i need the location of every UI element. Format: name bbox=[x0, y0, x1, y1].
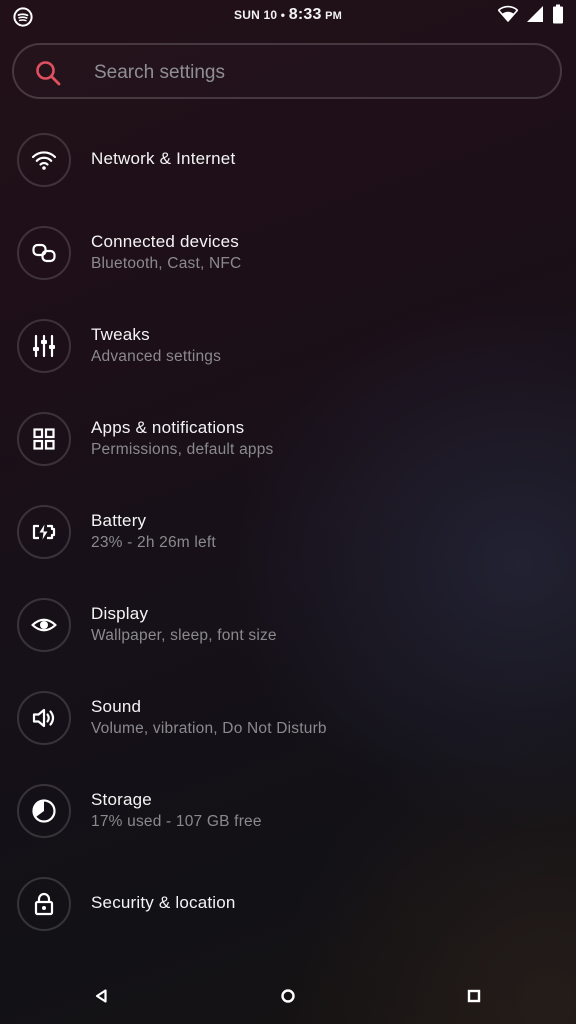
settings-item-title: Network & Internet bbox=[91, 149, 236, 168]
navigation-bar bbox=[0, 968, 576, 1024]
settings-item-battery[interactable]: Battery 23% - 2h 26m left bbox=[0, 484, 576, 576]
settings-item-display[interactable]: Display Wallpaper, sleep, font size bbox=[0, 577, 576, 669]
battery-charging-icon bbox=[17, 505, 71, 559]
search-icon bbox=[34, 59, 62, 87]
settings-item-title: Sound bbox=[91, 697, 142, 716]
settings-item-text: Battery 23% - 2h 26m left bbox=[91, 511, 216, 552]
status-date: SUN 10 bbox=[234, 8, 278, 22]
settings-item-title: Tweaks bbox=[91, 325, 150, 344]
storage-icon bbox=[17, 784, 71, 838]
apps-grid-icon bbox=[17, 412, 71, 466]
settings-item-text: Display Wallpaper, sleep, font size bbox=[91, 604, 277, 645]
battery-icon bbox=[552, 4, 564, 29]
settings-item-sound[interactable]: Sound Volume, vibration, Do Not Disturb bbox=[0, 670, 576, 762]
home-icon[interactable] bbox=[274, 982, 302, 1010]
settings-item-title: Connected devices bbox=[91, 232, 239, 251]
status-time: 8:33 bbox=[288, 6, 322, 23]
settings-item-title: Battery bbox=[91, 511, 147, 530]
eye-icon bbox=[17, 598, 71, 652]
settings-item-network[interactable]: Network & Internet bbox=[0, 112, 576, 204]
status-separator: • bbox=[280, 8, 286, 22]
status-ampm: PM bbox=[325, 10, 342, 22]
settings-item-title: Apps & notifications bbox=[91, 418, 245, 437]
settings-item-text: Tweaks Advanced settings bbox=[91, 325, 221, 366]
search-input[interactable] bbox=[92, 58, 516, 88]
settings-item-text: Apps & notifications Permissions, defaul… bbox=[91, 418, 273, 459]
lock-icon bbox=[17, 877, 71, 931]
cellular-signal-icon bbox=[526, 5, 544, 28]
status-bar: SUN 10 • 8:33 PM bbox=[0, 0, 576, 34]
settings-item-subtitle: Wallpaper, sleep, font size bbox=[91, 627, 277, 644]
wifi-icon bbox=[497, 5, 519, 28]
settings-item-subtitle: 17% used - 107 GB free bbox=[91, 813, 262, 830]
connected-devices-icon bbox=[17, 226, 71, 280]
settings-item-text: Network & Internet bbox=[91, 149, 235, 169]
sliders-icon bbox=[17, 319, 71, 373]
settings-item-subtitle: 23% - 2h 26m left bbox=[91, 534, 216, 551]
recents-icon[interactable] bbox=[460, 982, 488, 1010]
settings-item-tweaks[interactable]: Tweaks Advanced settings bbox=[0, 298, 576, 390]
volume-icon bbox=[17, 691, 71, 745]
search-bar[interactable] bbox=[12, 43, 562, 99]
settings-item-title: Storage bbox=[91, 790, 152, 809]
settings-item-security[interactable]: Security & location bbox=[0, 856, 576, 948]
settings-item-text: Security & location bbox=[91, 893, 236, 913]
status-clock: SUN 10 • 8:33 PM bbox=[0, 6, 576, 24]
settings-item-subtitle: Permissions, default apps bbox=[91, 441, 274, 458]
settings-item-title: Security & location bbox=[91, 893, 236, 912]
settings-item-apps[interactable]: Apps & notifications Permissions, defaul… bbox=[0, 391, 576, 483]
settings-item-subtitle: Bluetooth, Cast, NFC bbox=[91, 255, 242, 272]
settings-item-text: Sound Volume, vibration, Do Not Disturb bbox=[91, 697, 327, 738]
settings-item-text: Connected devices Bluetooth, Cast, NFC bbox=[91, 232, 241, 273]
settings-item-subtitle: Advanced settings bbox=[91, 348, 222, 365]
settings-item-connected-devices[interactable]: Connected devices Bluetooth, Cast, NFC bbox=[0, 205, 576, 297]
settings-item-storage[interactable]: Storage 17% used - 107 GB free bbox=[0, 763, 576, 855]
status-icons bbox=[497, 4, 564, 29]
settings-item-subtitle: Volume, vibration, Do Not Disturb bbox=[91, 720, 327, 737]
settings-item-text: Storage 17% used - 107 GB free bbox=[91, 790, 262, 831]
back-icon[interactable] bbox=[88, 982, 116, 1010]
settings-item-title: Display bbox=[91, 604, 149, 623]
wifi-icon bbox=[17, 133, 71, 187]
